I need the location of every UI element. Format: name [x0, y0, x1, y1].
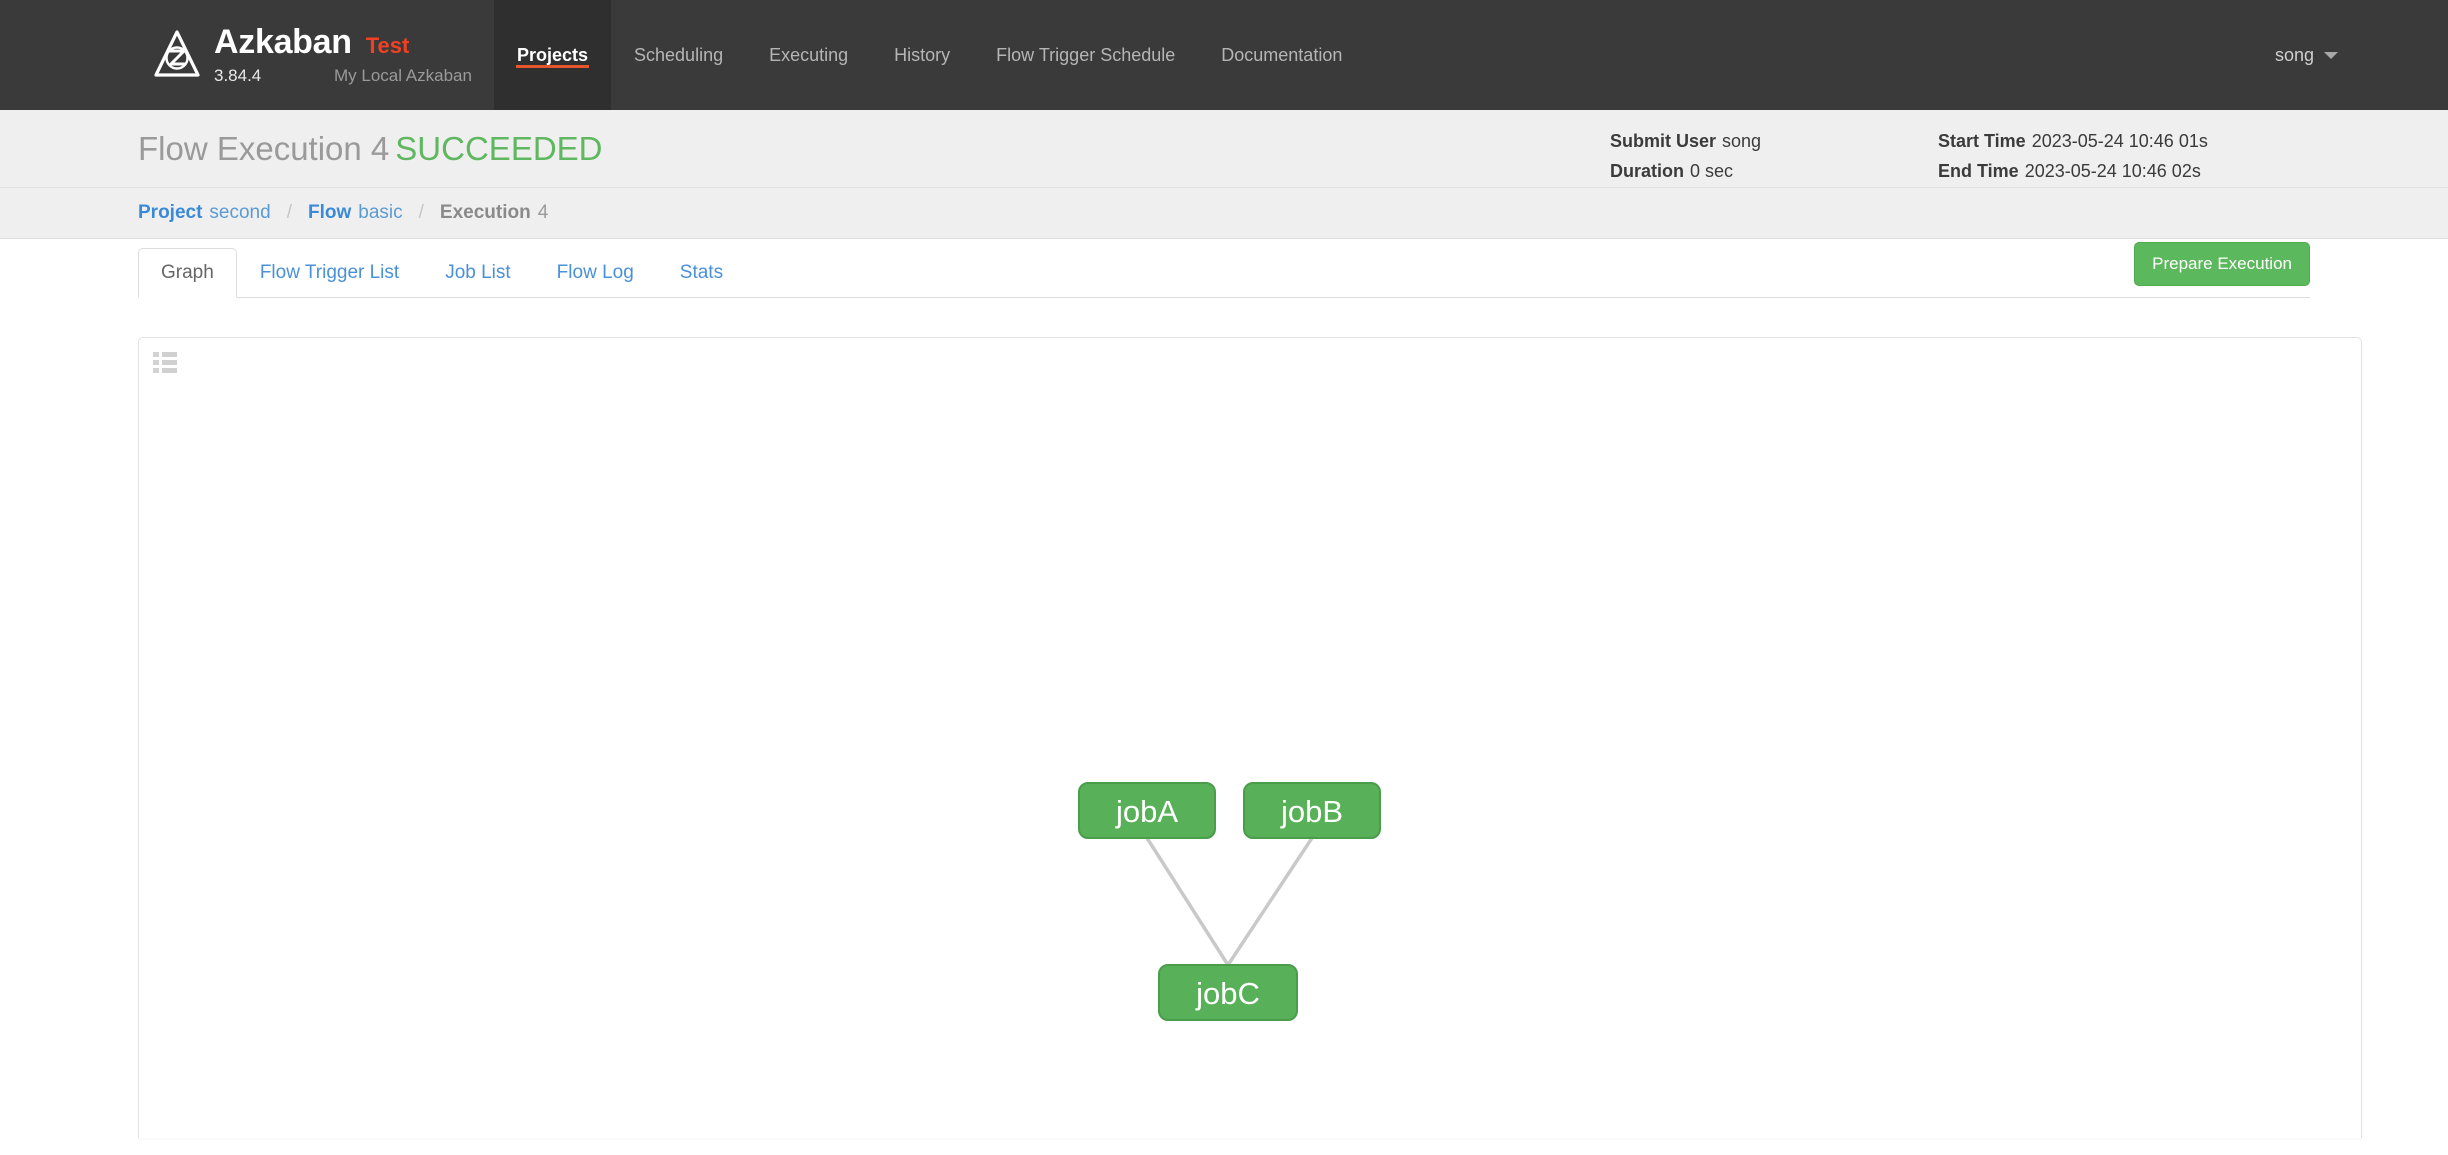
- breadcrumb: Project second / Flow basic / Execution …: [0, 188, 2448, 239]
- nav-item-label: History: [894, 44, 951, 65]
- status-badge: SUCCEEDED: [395, 130, 603, 167]
- nav-item-flow-trigger-schedule[interactable]: Flow Trigger Schedule: [973, 0, 1198, 110]
- meta-value: 2023-05-24 10:46 02s: [2024, 161, 2201, 181]
- nav-item-projects[interactable]: Projects: [493, 0, 612, 110]
- nav-item-documentation[interactable]: Documentation: [1198, 0, 1365, 110]
- breadcrumb-item-execution: Execution 4: [440, 202, 548, 224]
- meta-label: Start Time: [1938, 131, 2026, 151]
- tab-flow-trigger-list[interactable]: Flow Trigger List: [237, 248, 422, 298]
- flow-node-label: jobA: [1115, 794, 1178, 829]
- nav-item-label: Flow Trigger Schedule: [996, 44, 1176, 65]
- user-menu-label: song: [2274, 44, 2314, 65]
- flow-node-label: jobC: [1195, 976, 1260, 1011]
- meta-value: 2023-05-24 10:46 01s: [2031, 131, 2208, 151]
- breadcrumb-flow-label: Flow: [307, 202, 352, 223]
- brand-tag: Test: [365, 33, 410, 58]
- user-menu[interactable]: song: [2275, 0, 2338, 110]
- top-navbar: Azkaban Test 3.84.4 My Local Azkaban Pro…: [0, 0, 2448, 110]
- flow-node-jobB[interactable]: jobB: [1243, 782, 1381, 839]
- flow-graph-panel: jobA jobB jobC: [138, 337, 2362, 1138]
- brand-name: Azkaban: [214, 23, 352, 61]
- edge-jobA-jobC: [1145, 837, 1230, 966]
- prepare-execution-button[interactable]: Prepare Execution: [2134, 242, 2310, 286]
- tab-flow-log[interactable]: Flow Log: [534, 248, 657, 298]
- breadcrumb-execution-value: 4: [537, 202, 549, 223]
- page-title-text: Flow Execution 4: [138, 130, 390, 167]
- flow-node-jobA[interactable]: jobA: [1078, 782, 1216, 839]
- chevron-down-icon: [2324, 51, 2338, 59]
- tab-label: Stats: [679, 262, 724, 283]
- tab-bar: Graph Flow Trigger List Job List Flow Lo…: [138, 239, 2310, 298]
- meta-label: End Time: [1938, 161, 2019, 181]
- meta-start-time: Start Time 2023-05-24 10:46 01s: [1938, 126, 2208, 156]
- main-content: Graph Flow Trigger List Job List Flow Lo…: [0, 239, 2448, 1138]
- meta-submit-user: Submit User song: [1610, 126, 1761, 156]
- tab-job-list[interactable]: Job List: [422, 248, 533, 298]
- meta-end-time: End Time 2023-05-24 10:46 02s: [1938, 156, 2208, 186]
- breadcrumb-separator: /: [418, 202, 424, 223]
- tab-label: Flow Log: [556, 262, 634, 283]
- nav-active-underline: [515, 65, 590, 68]
- edge-jobB-jobC: [1226, 837, 1314, 966]
- nav-item-history[interactable]: History: [871, 0, 973, 110]
- flow-node-jobC[interactable]: jobC: [1158, 964, 1298, 1021]
- nav-links: Projects Scheduling Executing History Fl…: [493, 0, 1365, 110]
- breadcrumb-item-project[interactable]: Project second: [138, 202, 271, 224]
- graph-edges: [1145, 837, 1314, 966]
- brand-block[interactable]: Azkaban Test 3.84.4 My Local Azkaban: [0, 0, 472, 110]
- nav-item-label: Projects: [516, 44, 589, 65]
- nav-item-executing[interactable]: Executing: [746, 0, 871, 110]
- execution-header: Flow Execution 4 SUCCEEDED Submit User son…: [0, 110, 2448, 188]
- azkaban-logo-icon: [154, 30, 200, 77]
- nav-item-scheduling[interactable]: Scheduling: [611, 0, 746, 110]
- meta-label: Duration: [1610, 161, 1684, 181]
- execution-meta-right: Start Time 2023-05-24 10:46 01s End Time 2…: [1938, 126, 2208, 186]
- tab-label: Graph: [161, 262, 214, 283]
- nav-item-label: Executing: [769, 44, 849, 65]
- tab-label: Job List: [445, 262, 511, 283]
- brand-subtitle: My Local Azkaban: [334, 66, 472, 85]
- breadcrumb-separator: /: [286, 202, 292, 223]
- flow-graph-svg[interactable]: jobA jobB jobC: [139, 338, 2361, 1138]
- breadcrumb-project-label: Project: [138, 202, 203, 223]
- tab-graph[interactable]: Graph: [138, 248, 237, 298]
- breadcrumb-execution-label: Execution: [439, 202, 531, 223]
- meta-duration: Duration 0 sec: [1610, 156, 1761, 186]
- nav-item-label: Scheduling: [634, 44, 724, 65]
- breadcrumb-flow-value: basic: [358, 202, 403, 223]
- page-title: Flow Execution 4 SUCCEEDED: [138, 130, 603, 168]
- breadcrumb-project-value: second: [209, 202, 271, 223]
- brand-line-primary: Azkaban Test: [214, 24, 472, 64]
- breadcrumb-item-flow[interactable]: Flow basic: [308, 202, 403, 224]
- tab-stats[interactable]: Stats: [657, 248, 746, 298]
- meta-value: song: [1722, 131, 1762, 151]
- flow-node-label: jobB: [1280, 794, 1343, 829]
- brand-line-secondary: 3.84.4 My Local Azkaban: [214, 66, 472, 86]
- execution-meta-left: Submit User song Duration 0 sec: [1610, 126, 1761, 186]
- brand-texts: Azkaban Test 3.84.4 My Local Azkaban: [214, 24, 472, 86]
- tab-label: Flow Trigger List: [259, 262, 400, 283]
- brand-version: 3.84.4: [214, 66, 262, 85]
- graph-nodes: jobA jobB jobC: [1078, 782, 1381, 1021]
- nav-item-label: Documentation: [1221, 44, 1343, 65]
- meta-label: Submit User: [1610, 131, 1717, 151]
- meta-value: 0 sec: [1690, 161, 1734, 181]
